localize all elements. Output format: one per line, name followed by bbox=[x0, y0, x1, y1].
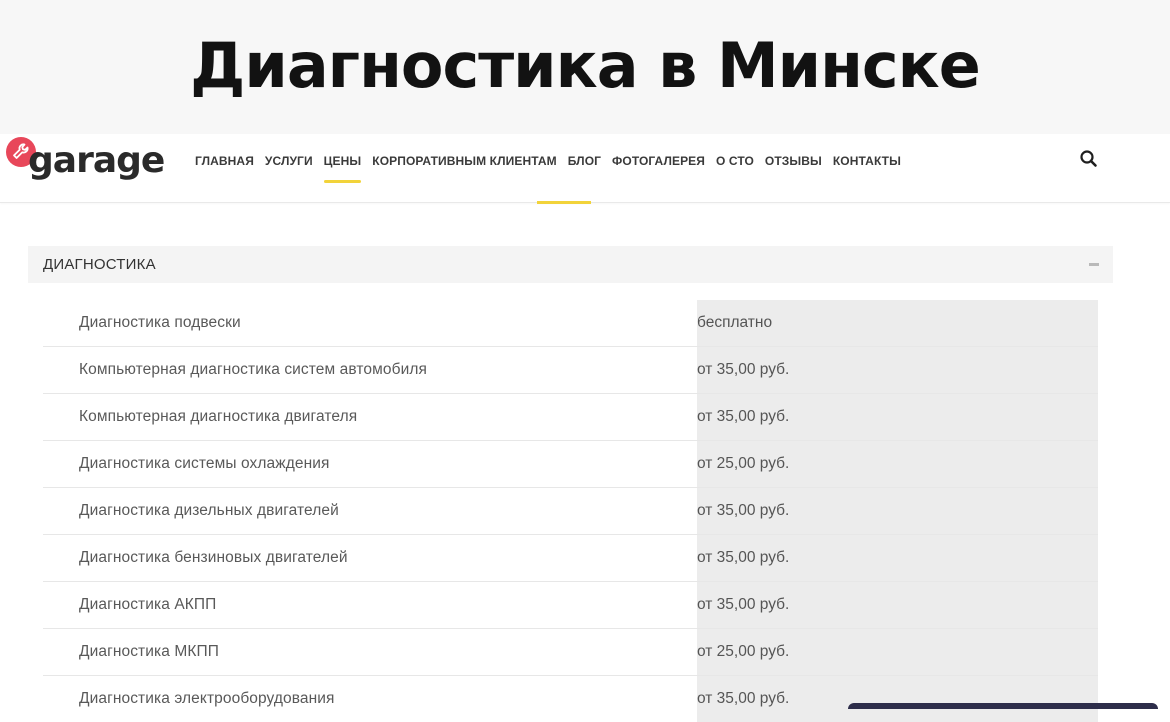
logo[interactable]: garage bbox=[6, 134, 166, 194]
price-row: Диагностика бензиновых двигателей от 35,… bbox=[43, 535, 1098, 582]
chat-widget-tab[interactable] bbox=[848, 703, 1158, 709]
service-name: Диагностика МКПП bbox=[79, 643, 219, 660]
page-title: Диагностика в Минске bbox=[190, 29, 981, 102]
price-row: Диагностика системы охлаждения от 25,00 … bbox=[43, 441, 1098, 488]
price-row: Диагностика МКПП от 25,00 руб. bbox=[43, 629, 1098, 676]
diagnostics-accordion: ДИАГНОСТИКА bbox=[28, 246, 1113, 283]
service-name: Компьютерная диагностика двигателя bbox=[79, 408, 358, 425]
service-price: бесплатно bbox=[697, 314, 773, 331]
price-table: Диагностика подвески бесплатно Компьютер… bbox=[43, 300, 1098, 722]
site-header: garage ГЛАВНАЯ УСЛУГИ ЦЕНЫ КОРПОРАТИВНЫМ… bbox=[0, 134, 1170, 204]
nav-item-corporate[interactable]: КОРПОРАТИВНЫМ КЛИЕНТАМ bbox=[372, 154, 556, 168]
service-price: от 25,00 руб. bbox=[697, 643, 790, 660]
nav-item-contacts[interactable]: КОНТАКТЫ bbox=[833, 154, 901, 168]
service-name: Диагностика бензиновых двигателей bbox=[79, 549, 348, 566]
price-row: Диагностика АКПП от 35,00 руб. bbox=[43, 582, 1098, 629]
accordion-title: ДИАГНОСТИКА bbox=[43, 256, 156, 273]
nav-item-home[interactable]: ГЛАВНАЯ bbox=[195, 154, 254, 168]
service-name: Диагностика системы охлаждения bbox=[79, 455, 330, 472]
page-banner: Диагностика в Минске bbox=[0, 0, 1170, 134]
price-row: Диагностика дизельных двигателей от 35,0… bbox=[43, 488, 1098, 535]
service-price: от 35,00 руб. bbox=[697, 549, 790, 566]
service-name: Диагностика АКПП bbox=[79, 596, 217, 613]
nav-item-prices[interactable]: ЦЕНЫ bbox=[323, 154, 362, 183]
service-price: от 25,00 руб. bbox=[697, 455, 790, 472]
service-price: от 35,00 руб. bbox=[697, 596, 790, 613]
service-name: Компьютерная диагностика систем автомоби… bbox=[79, 361, 427, 378]
price-row: Компьютерная диагностика двигателя от 35… bbox=[43, 394, 1098, 441]
service-price: от 35,00 руб. bbox=[697, 502, 790, 519]
service-price: от 35,00 руб. bbox=[697, 408, 790, 425]
price-row: Компьютерная диагностика систем автомоби… bbox=[43, 347, 1098, 394]
logo-text: garage bbox=[28, 140, 165, 181]
nav-item-about[interactable]: О СТО bbox=[716, 154, 754, 168]
service-name: Диагностика электрооборудования bbox=[79, 690, 335, 707]
nav-item-blog[interactable]: БЛОГ bbox=[568, 154, 601, 168]
service-name: Диагностика дизельных двигателей bbox=[79, 502, 339, 519]
submenu-indicator bbox=[537, 201, 591, 204]
price-row: Диагностика подвески бесплатно bbox=[43, 300, 1098, 347]
service-price: от 35,00 руб. bbox=[697, 690, 790, 707]
main-nav: ГЛАВНАЯ УСЛУГИ ЦЕНЫ КОРПОРАТИВНЫМ КЛИЕНТ… bbox=[195, 134, 912, 188]
service-price: от 35,00 руб. bbox=[697, 361, 790, 378]
service-name: Диагностика подвески bbox=[79, 314, 241, 331]
nav-item-reviews[interactable]: ОТЗЫВЫ bbox=[765, 154, 822, 168]
nav-item-services[interactable]: УСЛУГИ bbox=[265, 154, 313, 168]
search-icon[interactable] bbox=[1078, 148, 1100, 170]
accordion-header[interactable]: ДИАГНОСТИКА bbox=[28, 246, 1113, 283]
minus-icon[interactable] bbox=[1089, 263, 1099, 266]
price-row: Диагностика электрооборудования от 35,00… bbox=[43, 676, 1098, 722]
nav-item-gallery[interactable]: ФОТОГАЛЕРЕЯ bbox=[612, 154, 705, 168]
